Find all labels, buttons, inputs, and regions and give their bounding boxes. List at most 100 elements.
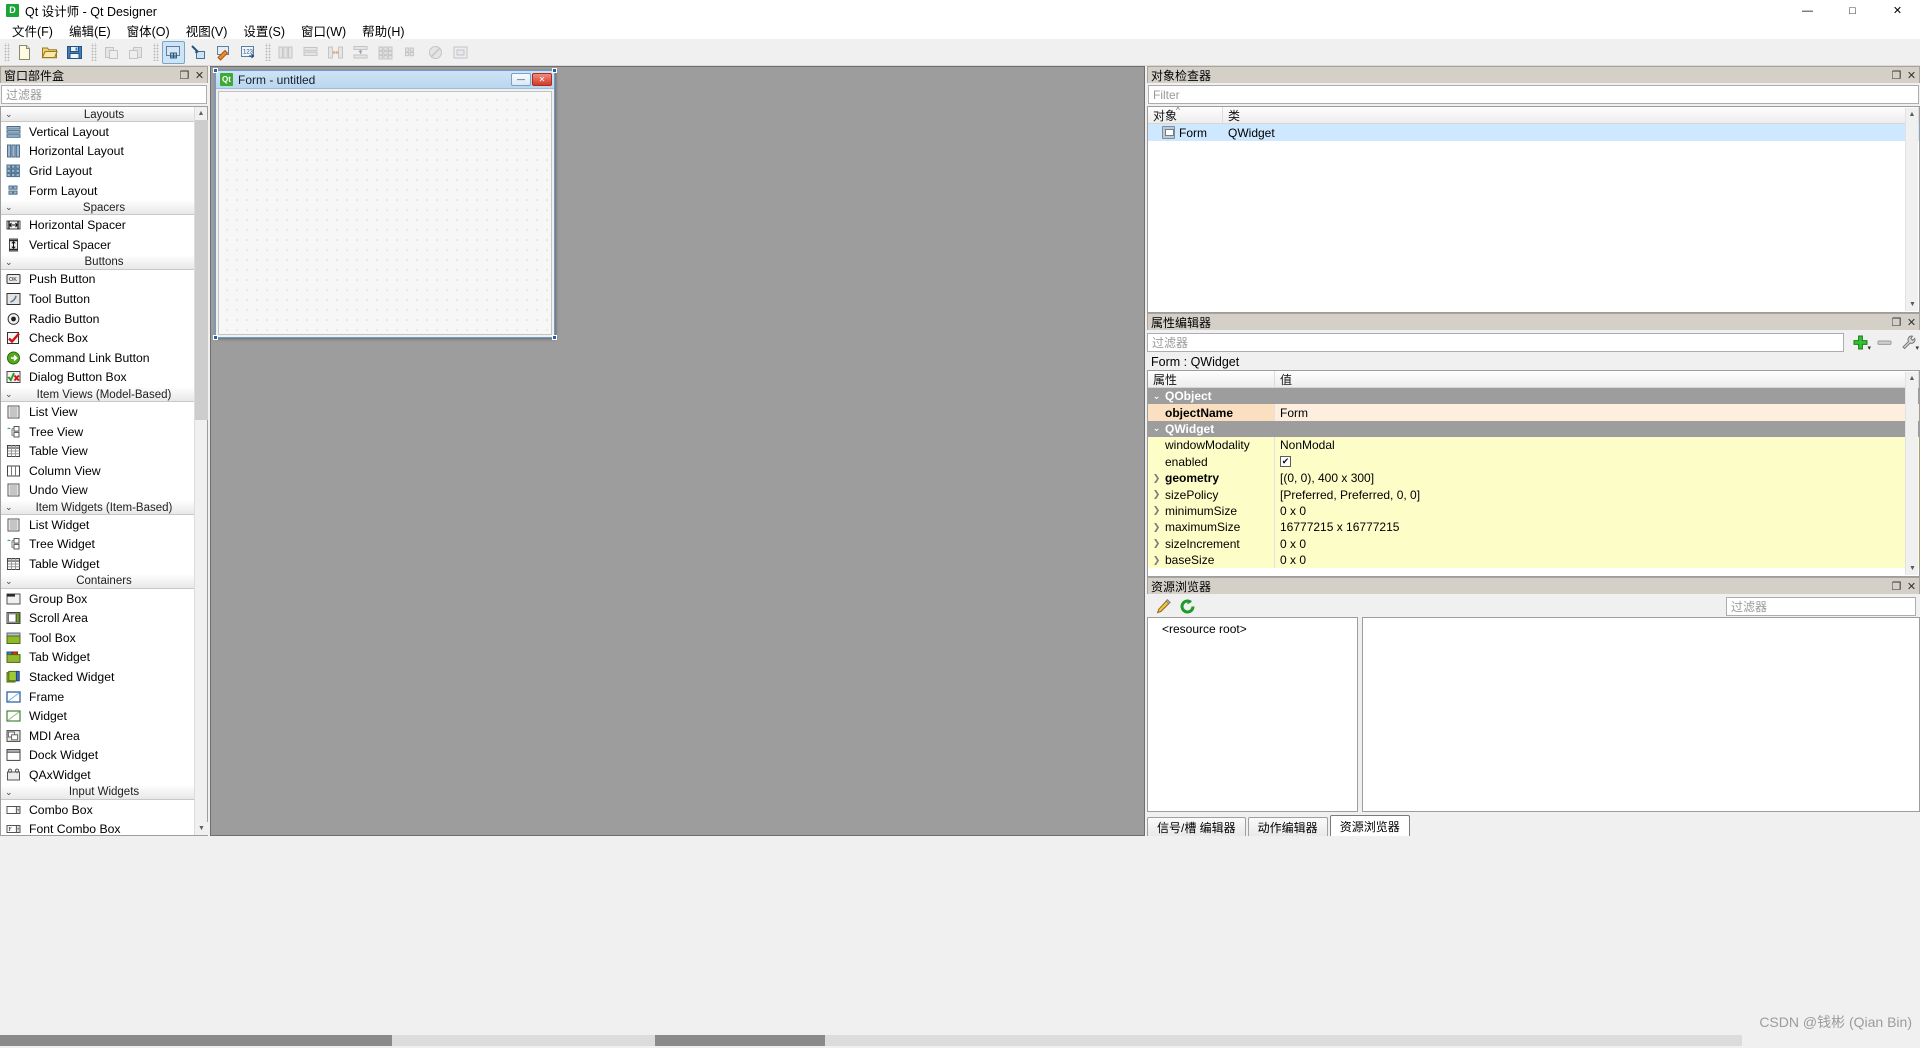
widget-item-mdi-area[interactable]: MDI Area: [1, 726, 207, 746]
widget-item-list-view[interactable]: List View: [1, 402, 207, 422]
resource-tree[interactable]: <resource root>: [1147, 617, 1358, 812]
layout-splitter-h-icon[interactable]: [324, 41, 347, 64]
widget-item-vertical-layout[interactable]: Vertical Layout: [1, 122, 207, 142]
resource-browser-filter-input[interactable]: 过滤器: [1726, 596, 1916, 616]
widget-box-scrollbar[interactable]: ▲ ▼: [194, 107, 208, 835]
widget-category-spacers[interactable]: ⌄ Spacers: [1, 200, 207, 216]
property-row-windowmodality[interactable]: windowModality NonModal: [1148, 437, 1919, 454]
widget-item-dock-widget[interactable]: Dock Widget: [1, 746, 207, 766]
widget-item-tab-widget[interactable]: Tab Widget: [1, 648, 207, 668]
scroll-down-button[interactable]: ▼: [1906, 298, 1919, 311]
form-minimize-button[interactable]: —: [511, 73, 531, 86]
mdi-workspace[interactable]: Qt Form - untitled — ✕: [210, 66, 1145, 836]
widget-item-group-box[interactable]: Group Box: [1, 589, 207, 609]
chevron-right-icon[interactable]: ❯: [1150, 489, 1163, 500]
toolbar-grip-2[interactable]: [91, 43, 97, 61]
chevron-right-icon[interactable]: ❯: [1150, 555, 1163, 566]
widget-item-stacked-widget[interactable]: Stacked Widget: [1, 667, 207, 687]
scroll-up-button[interactable]: ▲: [1906, 372, 1918, 385]
object-inspector-scrollbar[interactable]: ▲ ▼: [1905, 108, 1918, 311]
widget-item-undo-view[interactable]: Undo View: [1, 481, 207, 501]
property-row-geometry[interactable]: ❯ geometry [(0, 0), 400 x 300]: [1148, 469, 1919, 487]
wrench-icon[interactable]: ▾: [1896, 332, 1920, 352]
property-value[interactable]: [Preferred, Preferred, 0, 0]: [1275, 486, 1919, 502]
reload-icon[interactable]: [1175, 596, 1199, 616]
property-editor-close-button[interactable]: ✕: [1904, 315, 1919, 330]
open-folder-icon[interactable]: [38, 41, 61, 64]
widget-item-form-layout[interactable]: Form Layout: [1, 181, 207, 201]
resource-browser-float-button[interactable]: ❐: [1889, 579, 1904, 594]
edit-widgets-icon[interactable]: [162, 40, 185, 64]
widget-item-vertical-spacer[interactable]: Vertical Spacer: [1, 235, 207, 255]
scroll-thumb-left[interactable]: [0, 1035, 392, 1046]
tab-signal-slot-editor[interactable]: 信号/槽 编辑器: [1147, 817, 1246, 836]
horizontal-scrollbar[interactable]: [0, 1035, 1742, 1046]
widget-category-item-views[interactable]: ⌄ Item Views (Model-Based): [1, 387, 207, 403]
property-group-qwidget[interactable]: ⌄ QWidget: [1148, 420, 1919, 438]
edit-tab-order-icon[interactable]: 123: [237, 41, 260, 64]
column-header-object[interactable]: 对象 ^: [1148, 106, 1223, 123]
save-icon[interactable]: [63, 41, 86, 64]
resize-handle-bottom-left[interactable]: [213, 335, 218, 340]
property-row-basesize[interactable]: ❯ baseSize 0 x 0: [1148, 551, 1919, 569]
property-value[interactable]: 0 x 0: [1275, 503, 1919, 519]
toolbar-grip[interactable]: [4, 43, 10, 61]
widget-item-grid-layout[interactable]: Grid Layout: [1, 161, 207, 181]
menu-help[interactable]: 帮助(H): [354, 20, 412, 41]
property-value[interactable]: [(0, 0), 400 x 300]: [1275, 470, 1919, 486]
edit-buddies-icon[interactable]: [212, 41, 235, 64]
widget-box-close-button[interactable]: ✕: [192, 68, 207, 83]
form-window[interactable]: Qt Form - untitled — ✕: [213, 68, 557, 340]
widget-item-horizontal-layout[interactable]: Horizontal Layout: [1, 142, 207, 162]
resize-handle-top-right[interactable]: [552, 68, 557, 73]
property-value[interactable]: 0 x 0: [1275, 552, 1919, 568]
widget-item-scroll-area[interactable]: Scroll Area: [1, 608, 207, 628]
property-editor-filter-input[interactable]: 过滤器: [1147, 332, 1844, 352]
close-button[interactable]: ✕: [1875, 0, 1920, 21]
pencil-icon[interactable]: [1151, 596, 1175, 616]
widget-item-radio-button[interactable]: Radio Button: [1, 309, 207, 329]
widget-item-table-widget[interactable]: Table Widget: [1, 554, 207, 574]
widget-item-command-link-button[interactable]: Command Link Button: [1, 348, 207, 368]
property-row-minimumsize[interactable]: ❯ minimumSize 0 x 0: [1148, 502, 1919, 520]
menu-window[interactable]: 窗口(W): [293, 20, 354, 41]
widget-item-tree-view[interactable]: Tree View: [1, 422, 207, 442]
adjust-size-icon[interactable]: [449, 41, 472, 64]
scroll-down-button[interactable]: ▼: [195, 822, 208, 835]
menu-file[interactable]: 文件(F): [4, 20, 61, 41]
enabled-checkbox[interactable]: ✔: [1280, 456, 1291, 468]
property-editor-float-button[interactable]: ❐: [1889, 315, 1904, 330]
property-row-sizepolicy[interactable]: ❯ sizePolicy [Preferred, Preferred, 0, 0]: [1148, 486, 1919, 503]
widget-box-filter-input[interactable]: 过滤器: [1, 85, 207, 104]
resource-root-label[interactable]: <resource root>: [1162, 622, 1247, 636]
form-window-title-bar[interactable]: Qt Form - untitled — ✕: [216, 71, 554, 89]
menu-settings[interactable]: 设置(S): [235, 20, 293, 41]
property-row-enabled[interactable]: enabled ✔: [1148, 453, 1919, 470]
property-group-qobject[interactable]: ⌄ QObject: [1148, 388, 1919, 405]
break-layout-icon[interactable]: [424, 41, 447, 64]
scroll-up-button[interactable]: ▲: [195, 107, 207, 120]
widget-item-font-combo-box[interactable]: F Font Combo Box: [1, 819, 207, 835]
tab-resource-browser[interactable]: 资源浏览器: [1329, 815, 1410, 836]
widget-item-table-view[interactable]: Table View: [1, 441, 207, 461]
object-inspector-filter-input[interactable]: Filter: [1148, 85, 1919, 104]
property-row-maximumsize[interactable]: ❯ maximumSize 16777215 x 16777215: [1148, 519, 1919, 536]
menu-view[interactable]: 视图(V): [178, 20, 236, 41]
property-value[interactable]: NonModal: [1275, 437, 1919, 453]
toolbar-grip-3[interactable]: [153, 43, 159, 61]
widget-item-horizontal-spacer[interactable]: Horizontal Spacer: [1, 215, 207, 235]
tab-action-editor[interactable]: 动作编辑器: [1247, 817, 1328, 836]
edit-signals-slots-icon[interactable]: [187, 41, 210, 64]
widget-item-list-widget[interactable]: List Widget: [1, 515, 207, 535]
scroll-down-button[interactable]: ▼: [1906, 562, 1919, 575]
resource-browser-close-button[interactable]: ✕: [1904, 579, 1919, 594]
property-value[interactable]: 16777215 x 16777215: [1275, 519, 1919, 535]
widget-category-buttons[interactable]: ⌄ Buttons: [1, 254, 207, 270]
chevron-right-icon[interactable]: ❯: [1150, 473, 1163, 484]
plus-icon[interactable]: ▾: [1848, 332, 1872, 352]
widget-item-push-button[interactable]: OK Push Button: [1, 270, 207, 290]
widget-item-qaxwidget[interactable]: QAxWidget: [1, 765, 207, 785]
resource-preview-pane[interactable]: [1362, 617, 1920, 812]
widget-category-input-widgets[interactable]: ⌄ Input Widgets: [1, 784, 207, 800]
scroll-thumb-right[interactable]: [655, 1035, 825, 1046]
